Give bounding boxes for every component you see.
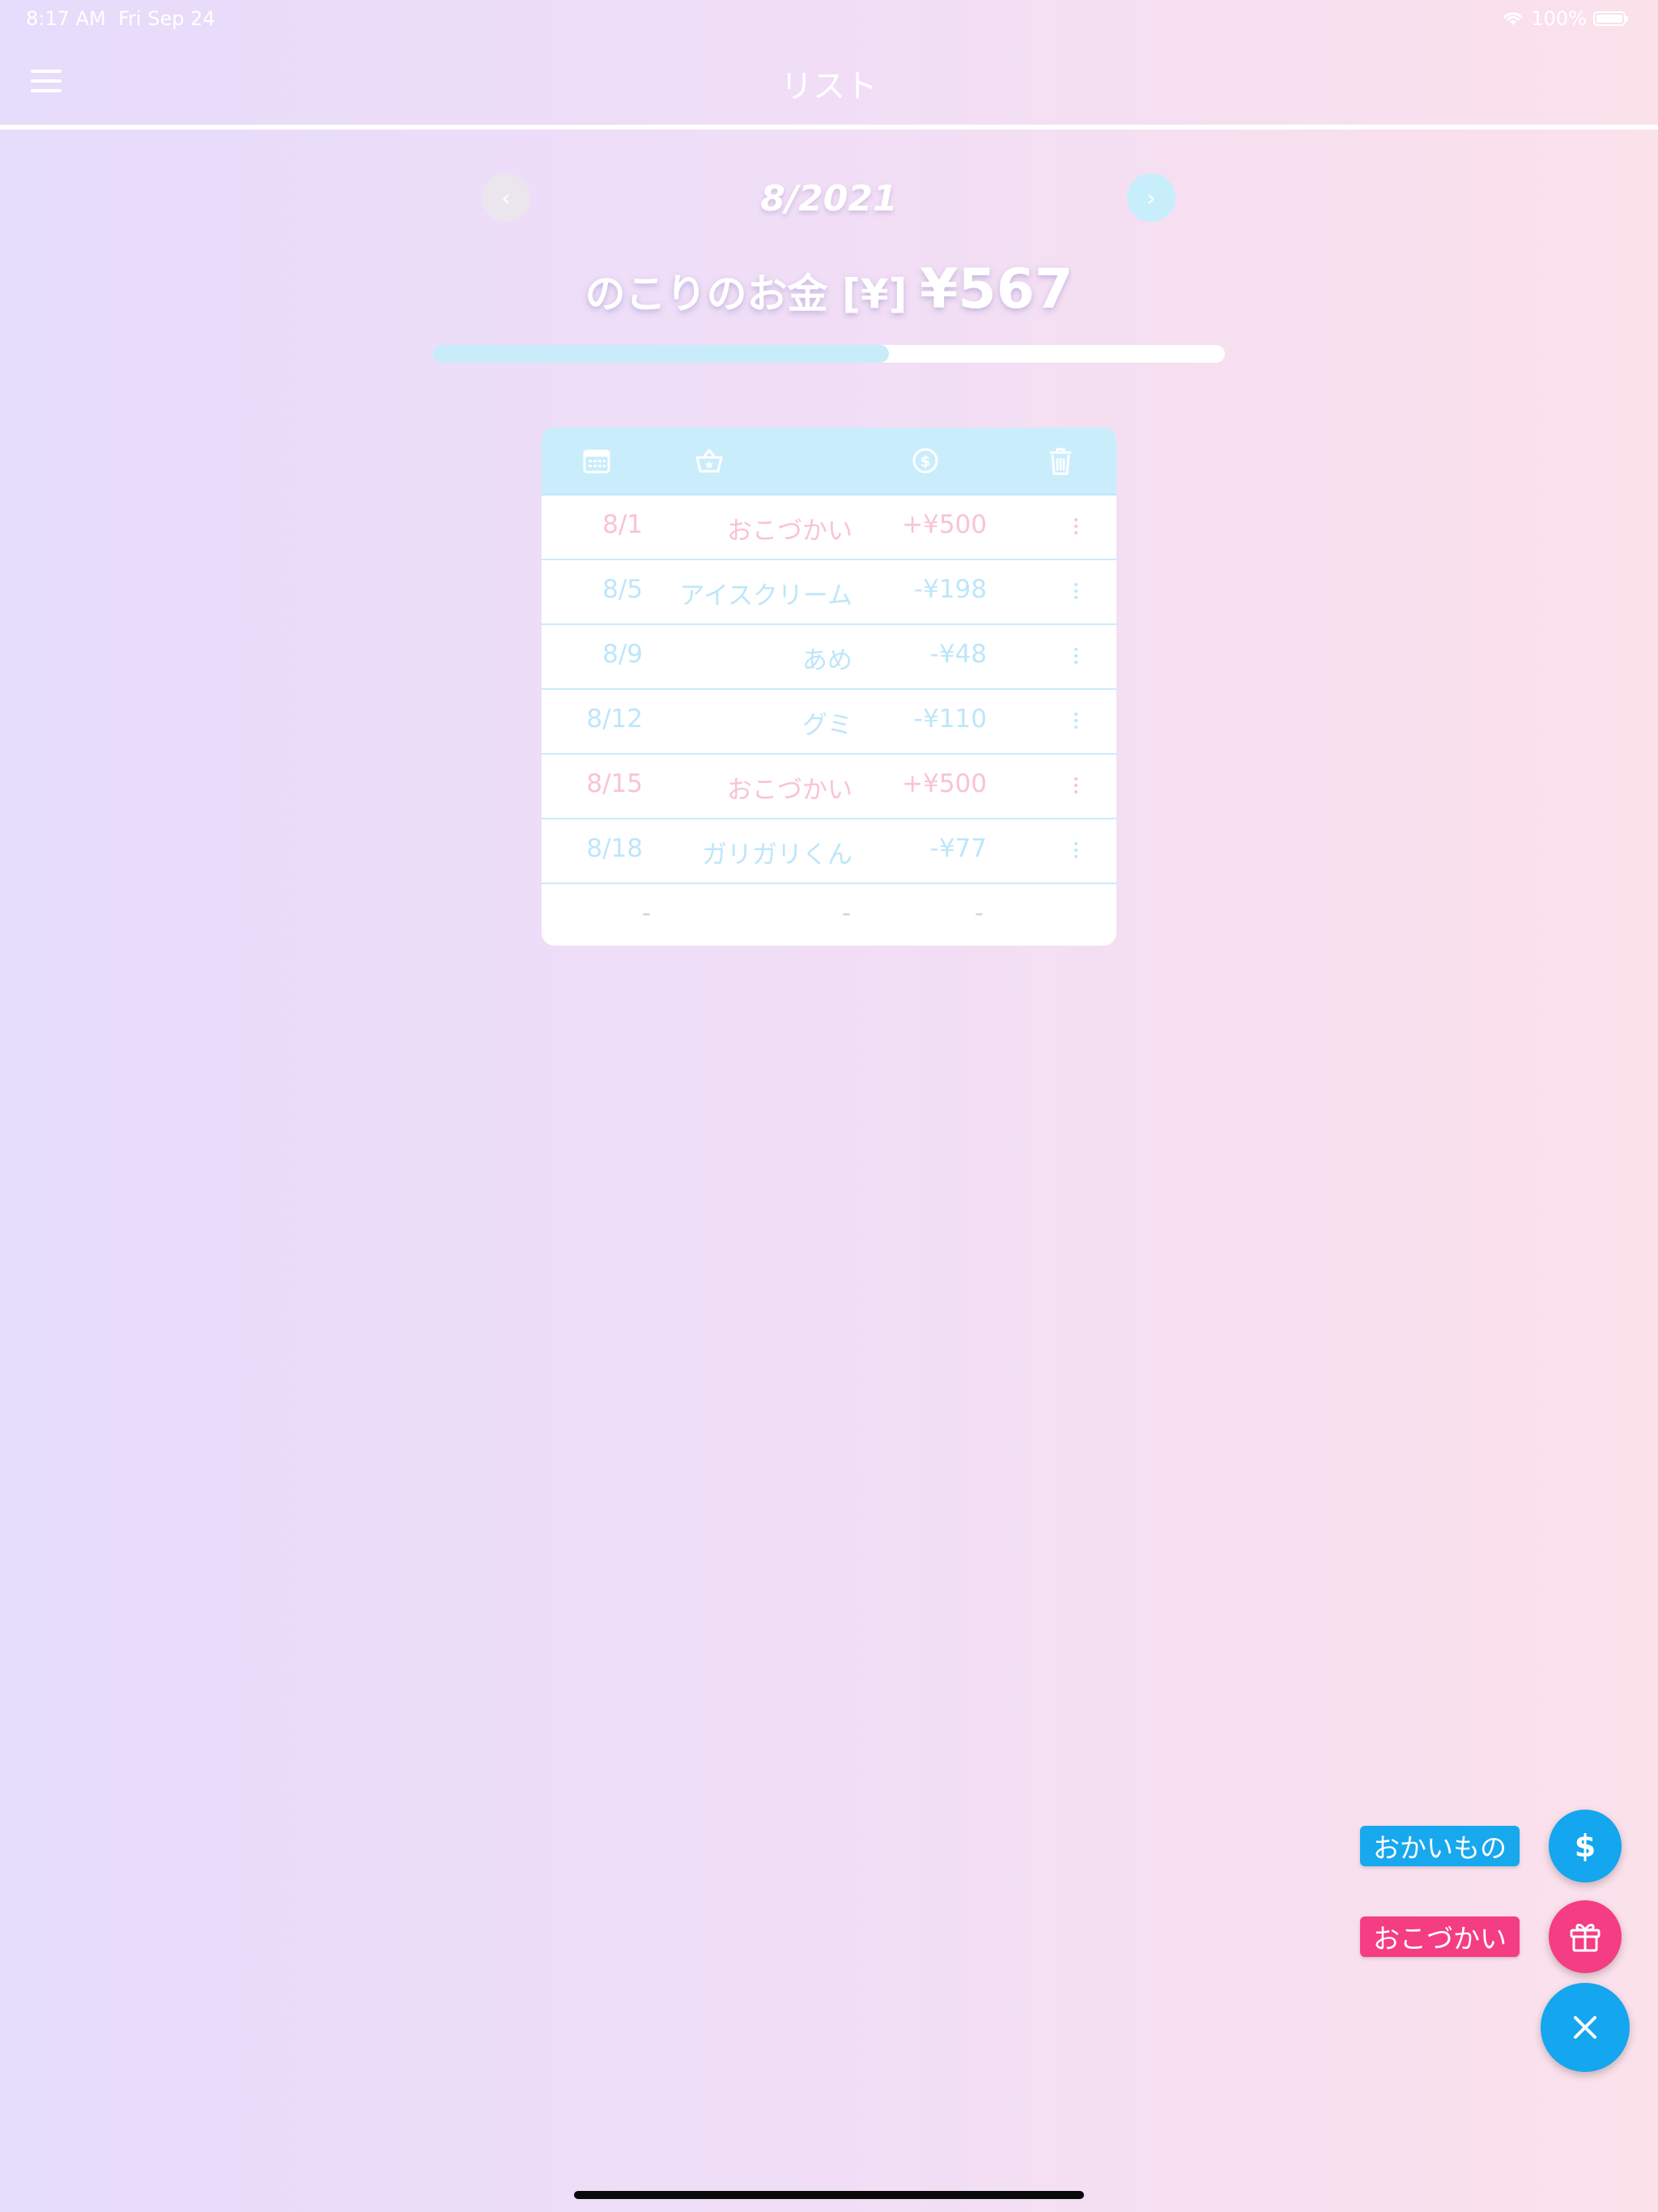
more-options-icon[interactable] (1056, 831, 1095, 870)
table-row[interactable]: 8/5 アイスクリーム -¥198 (542, 560, 1116, 625)
row-item: グミ (802, 711, 852, 740)
status-indicators: 100% (1502, 7, 1628, 30)
add-allowance-button[interactable] (1549, 1900, 1622, 1973)
close-fab-button[interactable] (1541, 1983, 1630, 2072)
wifi-icon (1503, 12, 1523, 25)
row-date: 8/9 (602, 640, 643, 669)
remaining-balance: のこりのお金 [¥] ¥567 (0, 257, 1658, 321)
more-options-icon[interactable] (1056, 766, 1095, 805)
row-amount: -¥110 (913, 704, 987, 734)
more-options-icon[interactable] (1056, 507, 1095, 546)
status-time: 8:17 AM (26, 7, 106, 30)
remaining-amount: ¥567 (920, 257, 1073, 321)
row-item: ガリガリくん (702, 840, 852, 870)
next-month-button[interactable]: › (1127, 173, 1175, 222)
table-row[interactable]: 8/9 あめ -¥48 (542, 625, 1116, 690)
row-date: - (641, 899, 651, 928)
purchase-label[interactable]: おかいもの (1360, 1826, 1520, 1866)
page-title: リスト (780, 68, 878, 105)
add-purchase-button[interactable]: $ (1549, 1810, 1622, 1882)
close-icon (1574, 2016, 1596, 2039)
trash-icon (1049, 448, 1072, 475)
home-indicator (574, 2191, 1084, 2199)
empty-row: - - - (542, 884, 1116, 946)
battery-percent: 100% (1531, 7, 1587, 30)
row-date: 8/15 (586, 769, 643, 798)
basket-icon (695, 449, 723, 473)
transactions-table: $ 8/1 おこづかい +¥500 8/5 アイスクリーム -¥198 8/9 … (542, 428, 1116, 946)
row-amount: +¥500 (902, 510, 987, 539)
table-row[interactable]: 8/18 ガリガリくん -¥77 (542, 819, 1116, 884)
row-item: おこづかい (727, 517, 852, 546)
more-options-icon[interactable] (1056, 572, 1095, 610)
row-item: アイスクリーム (679, 581, 852, 610)
row-item: あめ (802, 646, 852, 675)
row-amount: -¥48 (929, 640, 987, 669)
gift-icon (1570, 1924, 1601, 1952)
dollar-icon: $ (1574, 1828, 1596, 1864)
nav-bar: リスト (0, 37, 1658, 130)
allowance-label[interactable]: おこづかい (1360, 1916, 1520, 1957)
remaining-label: のこりのお金 [¥] (585, 270, 908, 317)
row-amount: -¥77 (929, 834, 987, 863)
battery-icon (1593, 11, 1628, 26)
row-item: おこづかい (727, 776, 852, 805)
status-bar: 8:17 AM Fri Sep 24 100% (0, 0, 1658, 37)
svg-text:$: $ (920, 453, 930, 470)
row-amount: -¥198 (913, 575, 987, 604)
month-label: 8/2021 (760, 178, 898, 219)
balance-progress-fill (432, 345, 889, 363)
table-row[interactable]: 8/12 グミ -¥110 (542, 690, 1116, 755)
row-amount: - (974, 899, 984, 928)
month-navigator: ‹ 8/2021 › (0, 168, 1658, 225)
coin-icon: $ (912, 448, 938, 474)
balance-progress-bar (432, 345, 1225, 363)
row-amount: +¥500 (902, 769, 987, 798)
row-date: 8/1 (602, 510, 643, 539)
row-date: 8/5 (602, 575, 643, 604)
row-date: 8/12 (586, 704, 643, 734)
more-options-icon[interactable] (1056, 636, 1095, 675)
calendar-icon (583, 449, 610, 474)
row-date: 8/18 (586, 834, 643, 863)
table-row[interactable]: 8/1 おこづかい +¥500 (542, 496, 1116, 560)
more-options-icon[interactable] (1056, 701, 1095, 740)
table-header: $ (542, 428, 1116, 496)
status-date: Fri Sep 24 (118, 7, 215, 30)
table-row[interactable]: 8/15 おこづかい +¥500 (542, 755, 1116, 819)
chevron-right-icon: › (1146, 184, 1156, 211)
row-item: - (841, 899, 851, 928)
